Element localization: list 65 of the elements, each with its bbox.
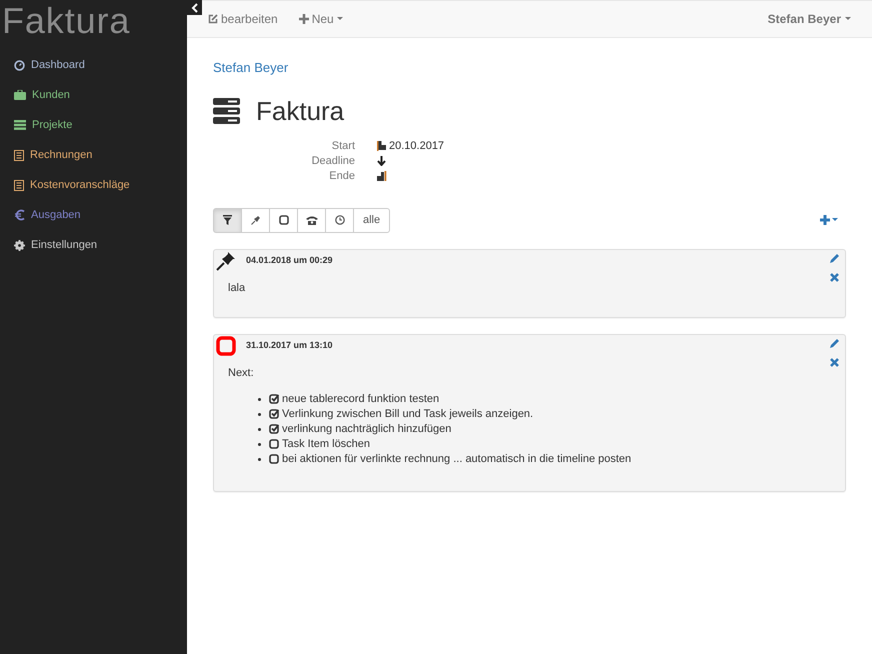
caret-icon: [832, 218, 838, 222]
entry-text: lala: [228, 281, 246, 296]
add-menu-button[interactable]: [820, 215, 838, 225]
task-item-text: Task Item löschen: [282, 436, 370, 452]
pushpin-icon: [216, 250, 236, 270]
plus-icon: [820, 215, 830, 225]
collapse-button[interactable]: [187, 0, 202, 15]
delete-button[interactable]: [830, 358, 839, 366]
bullet-icon: [258, 412, 261, 416]
app-logo[interactable]: Faktura: [2, 3, 130, 39]
end-icon: [377, 171, 387, 181]
square-icon: [278, 215, 288, 225]
caret-icon: [336, 17, 343, 21]
date-label: Ende: [328, 168, 355, 184]
filter-button[interactable]: [241, 208, 270, 232]
new-menu[interactable]: Neu: [298, 10, 343, 28]
pencil-icon: [829, 252, 840, 264]
pin-icon: [250, 215, 260, 225]
date-label: Deadline: [310, 154, 355, 168]
close-icon: [830, 272, 839, 282]
start-icon: [377, 141, 386, 151]
entry-timestamp: 31.10.2017 um 13:10: [246, 338, 334, 352]
bullet-icon: [258, 458, 261, 460]
sidebar-item[interactable]: Rechnungen: [0, 140, 187, 170]
task-item-text: Verlinkung zwischen Bill und Task jeweils anzeigen.: [282, 406, 534, 422]
bullet-icon: [258, 442, 261, 446]
entry-timestamp: 04.01.2018 um 00:29: [246, 254, 334, 266]
project-title: Faktura: [256, 94, 344, 128]
client-link[interactable]: Stefan Beyer: [213, 58, 846, 78]
filter-button[interactable]: [213, 208, 242, 232]
clock-icon: [334, 215, 344, 225]
delete-button[interactable]: [830, 272, 839, 282]
filter-button[interactable]: [325, 208, 354, 232]
edit-button[interactable]: [829, 338, 840, 348]
date-label: Start: [330, 138, 355, 154]
chevron-left-icon: [190, 2, 198, 12]
sidebar-item[interactable]: Kunden: [0, 80, 187, 110]
sidebar-item[interactable]: Kostenvoranschläge: [0, 170, 187, 200]
pencil-icon: [829, 338, 840, 348]
task-item-text: bei aktionen für verlinkte rechnung ... automatisch in die timeline posten: [282, 452, 632, 466]
close-icon: [830, 358, 839, 366]
sidebar-item[interactable]: Einstellungen: [0, 230, 187, 260]
date-value: 20.10.2017: [389, 138, 444, 154]
task-square-icon: [216, 336, 236, 356]
sidebar-item[interactable]: Ausgaben: [0, 200, 187, 230]
phone-icon: [306, 216, 318, 224]
filter-icon: [223, 215, 232, 225]
arrow-down-icon: [377, 156, 386, 166]
filter-button[interactable]: [297, 208, 326, 232]
user-menu[interactable]: Stefan Beyer: [768, 10, 851, 28]
server-icon: [213, 98, 240, 124]
sidebar-item[interactable]: Projekte: [0, 110, 187, 140]
task-item-text: neue tablerecord funktion testen: [282, 392, 440, 406]
entry-text: Next:: [228, 366, 255, 381]
caret-icon: [845, 17, 851, 21]
task-item-text: verlinkung nachträglich hinzufügen: [282, 422, 452, 436]
bullet-icon: [258, 428, 261, 430]
bullet-icon: [258, 398, 261, 400]
filter-button[interactable]: alle: [353, 208, 390, 232]
sidebar-item[interactable]: Dashboard: [0, 50, 187, 80]
plus-icon: [298, 14, 309, 24]
edit-icon: [208, 14, 218, 24]
filter-button[interactable]: [269, 208, 298, 232]
edit-button[interactable]: [829, 252, 840, 264]
edit-link[interactable]: bearbeiten: [208, 10, 278, 28]
